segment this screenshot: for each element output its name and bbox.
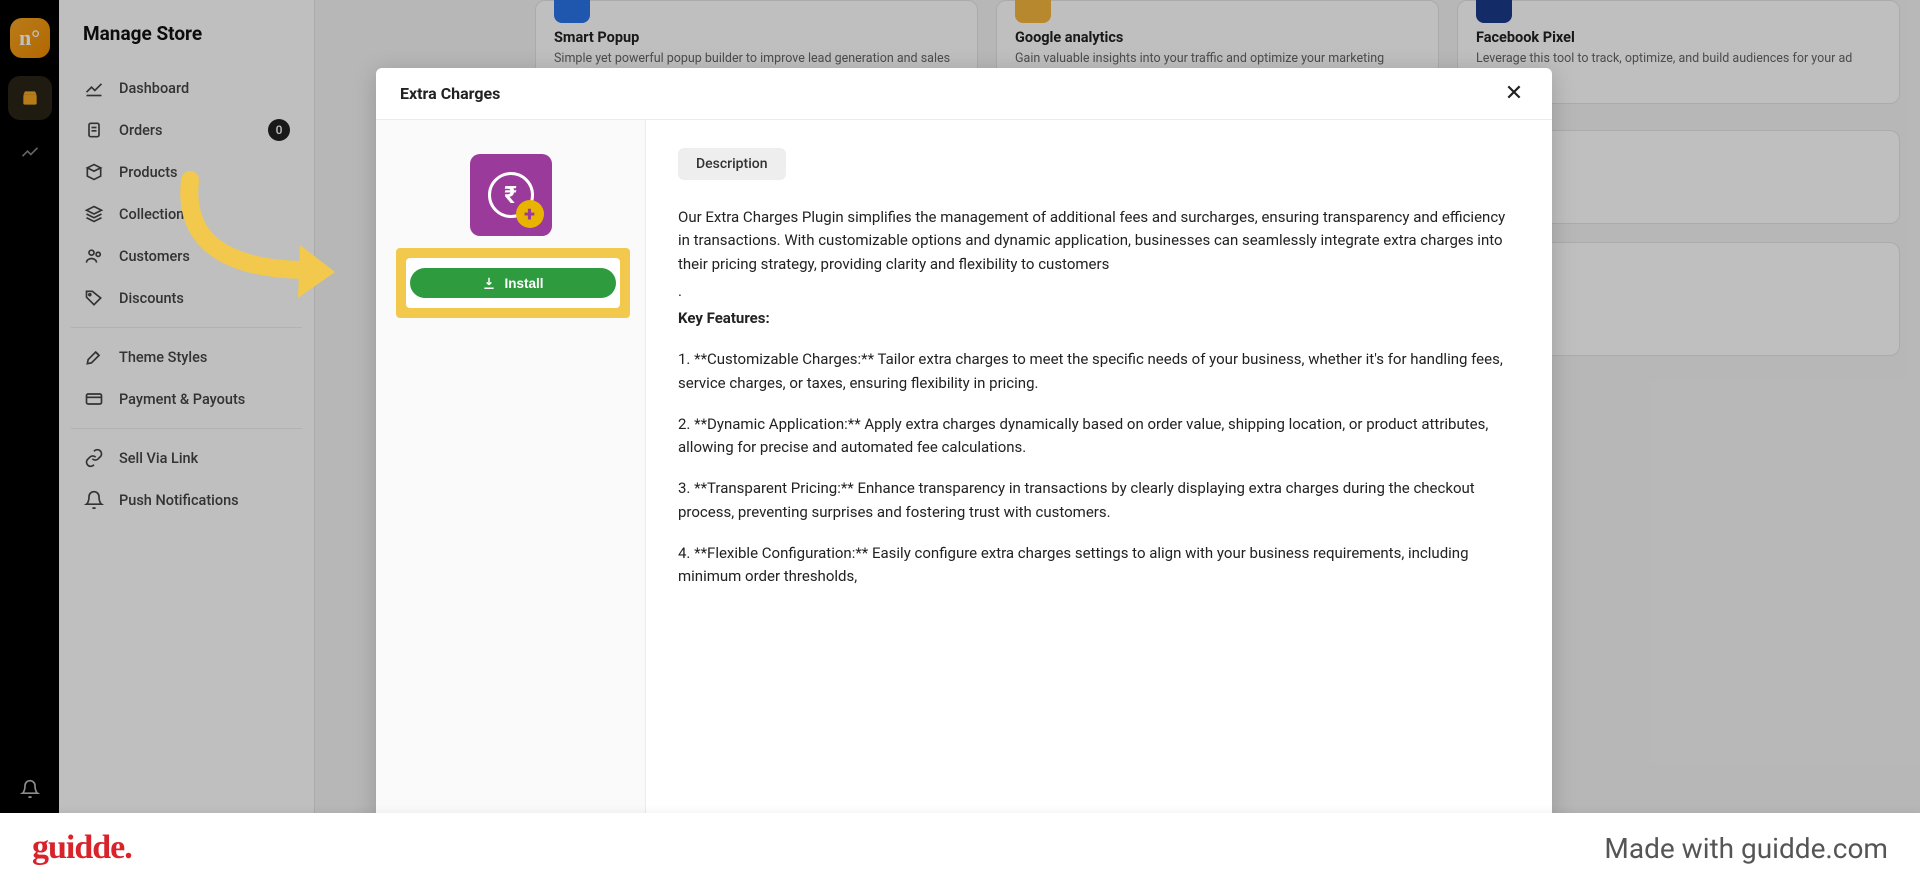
feature-1: 1. **Customizable Charges:** Tailor extr… (678, 348, 1520, 395)
feature-4: 4. **Flexible Configuration:** Easily co… (678, 542, 1520, 589)
modal-extra-charges: Extra Charges ✕ ₹ + Install Description … (376, 68, 1552, 883)
footer: guidde. Made with guidde.com (0, 813, 1920, 883)
install-button[interactable]: Install (410, 268, 616, 298)
guidde-logo: guidde. (32, 829, 132, 867)
modal-title: Extra Charges (400, 84, 500, 103)
feature-3: 3. **Transparent Pricing:** Enhance tran… (678, 477, 1520, 524)
plus-icon: + (516, 200, 544, 228)
desc-dot: . (678, 280, 1520, 303)
install-label: Install (504, 276, 543, 291)
description-body: Our Extra Charges Plugin simplifies the … (678, 206, 1520, 588)
plugin-icon: ₹ + (470, 154, 552, 236)
modal-left-panel: ₹ + Install (376, 120, 646, 883)
description-tab[interactable]: Description (678, 148, 786, 180)
key-features-heading: Key Features: (678, 307, 1520, 330)
feature-2: 2. **Dynamic Application:** Apply extra … (678, 413, 1520, 460)
download-icon (482, 276, 496, 290)
close-icon[interactable]: ✕ (1500, 80, 1528, 108)
desc-intro: Our Extra Charges Plugin simplifies the … (678, 206, 1520, 276)
modal-header: Extra Charges ✕ (376, 68, 1552, 120)
modal-right-panel[interactable]: Description Our Extra Charges Plugin sim… (646, 120, 1552, 883)
made-with-text: Made with guidde.com (1604, 832, 1888, 865)
